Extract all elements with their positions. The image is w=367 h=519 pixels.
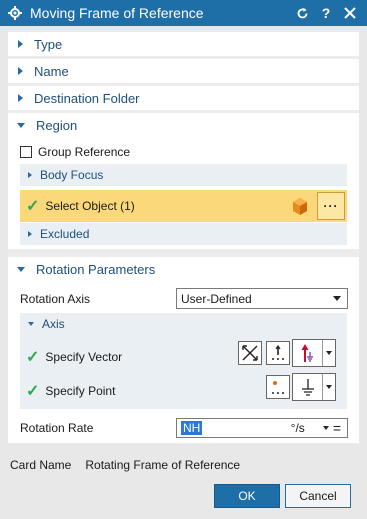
section-destination-folder[interactable]: Destination Folder: [8, 86, 359, 110]
collapse-icon: [17, 266, 25, 272]
formula-icon[interactable]: =: [333, 421, 341, 435]
body-focus-label: Body Focus: [40, 168, 104, 182]
card-name-row: Card Name Rotating Frame of Reference: [10, 458, 240, 472]
expand-icon: [18, 40, 23, 48]
title-bar: Moving Frame of Reference ?: [0, 0, 367, 26]
section-region-header[interactable]: Region: [8, 113, 359, 137]
section-rotation-label: Rotation Parameters: [36, 261, 156, 277]
rotation-axis-value: User-Defined: [181, 291, 252, 306]
excluded-group[interactable]: Excluded: [20, 223, 347, 245]
body-focus-group[interactable]: Body Focus: [20, 164, 347, 186]
point-dialog-icon: [272, 381, 284, 394]
section-type[interactable]: Type: [8, 32, 359, 56]
section-destination-label: Destination Folder: [34, 90, 140, 106]
cube-icon: [289, 195, 311, 217]
point-type-split-button[interactable]: [292, 373, 336, 401]
vector-dialog-button[interactable]: [266, 341, 290, 365]
chevron-down-icon: [326, 385, 332, 389]
specify-point-row[interactable]: ✓ Specify Point: [26, 381, 115, 401]
collapse-icon: [28, 322, 34, 326]
excluded-label: Excluded: [40, 227, 90, 241]
point-dialog-button[interactable]: [266, 375, 290, 399]
specify-point-label: Specify Point: [45, 384, 116, 398]
reset-icon[interactable]: [295, 7, 309, 20]
axis-group-header[interactable]: Axis: [20, 315, 65, 333]
expand-icon: [28, 231, 32, 237]
section-rotation-header[interactable]: Rotation Parameters: [8, 257, 359, 281]
select-object-label: Select Object (1): [45, 199, 135, 213]
rotation-rate-unit: °/s: [290, 421, 305, 435]
rotation-axis-label: Rotation Axis: [20, 292, 91, 306]
vector-dialog-icon: [272, 344, 284, 360]
rotation-rate-input[interactable]: NH °/s =: [176, 418, 348, 438]
z-axis-vector-icon: [293, 340, 323, 366]
inferred-point-icon: [293, 374, 323, 400]
expand-icon: [18, 94, 23, 102]
section-name-label: Name: [34, 63, 69, 79]
help-icon[interactable]: ?: [319, 5, 333, 21]
chevron-down-icon: [333, 296, 341, 301]
expand-icon: [18, 67, 23, 75]
cancel-button[interactable]: Cancel: [285, 484, 351, 508]
chevron-down-icon[interactable]: [322, 426, 329, 430]
group-reference-row[interactable]: Group Reference: [20, 145, 130, 159]
more-options-button[interactable]: ···: [317, 192, 345, 220]
chevron-down-icon: [326, 351, 332, 355]
collapse-icon: [17, 122, 25, 128]
inferred-vector-icon: [242, 345, 258, 361]
checkmark-icon: ✓: [26, 349, 40, 366]
section-name[interactable]: Name: [8, 59, 359, 83]
close-icon[interactable]: [343, 7, 357, 19]
inferred-vector-button[interactable]: [238, 341, 262, 365]
select-object-row[interactable]: ✓ Select Object (1) ···: [20, 190, 347, 222]
axis-group-label: Axis: [42, 317, 65, 331]
rotation-rate-label: Rotation Rate: [20, 421, 94, 435]
window-title: Moving Frame of Reference: [30, 5, 204, 21]
card-name-value: Rotating Frame of Reference: [85, 458, 241, 472]
specify-vector-row[interactable]: ✓ Specify Vector: [26, 347, 122, 367]
section-type-label: Type: [34, 36, 63, 52]
section-region-label: Region: [36, 117, 78, 133]
card-name-label: Card Name: [10, 458, 72, 472]
specify-vector-label: Specify Vector: [45, 350, 123, 364]
rotation-rate-value[interactable]: NH: [181, 421, 203, 435]
dialog-body: Type Name Destination Folder Region Grou…: [8, 30, 359, 444]
expand-icon: [28, 172, 32, 178]
rotation-axis-select[interactable]: User-Defined: [176, 288, 348, 309]
checkmark-icon: ✓: [26, 198, 40, 215]
ok-button[interactable]: OK: [214, 484, 280, 508]
checkmark-icon: ✓: [26, 383, 40, 400]
vector-type-split-button[interactable]: [292, 339, 336, 367]
gear-icon: [8, 6, 22, 20]
axis-group: Axis ✓ Specify Vector ✓ Specify Point: [20, 313, 347, 409]
group-reference-label: Group Reference: [38, 145, 131, 159]
group-reference-checkbox[interactable]: [20, 146, 32, 158]
